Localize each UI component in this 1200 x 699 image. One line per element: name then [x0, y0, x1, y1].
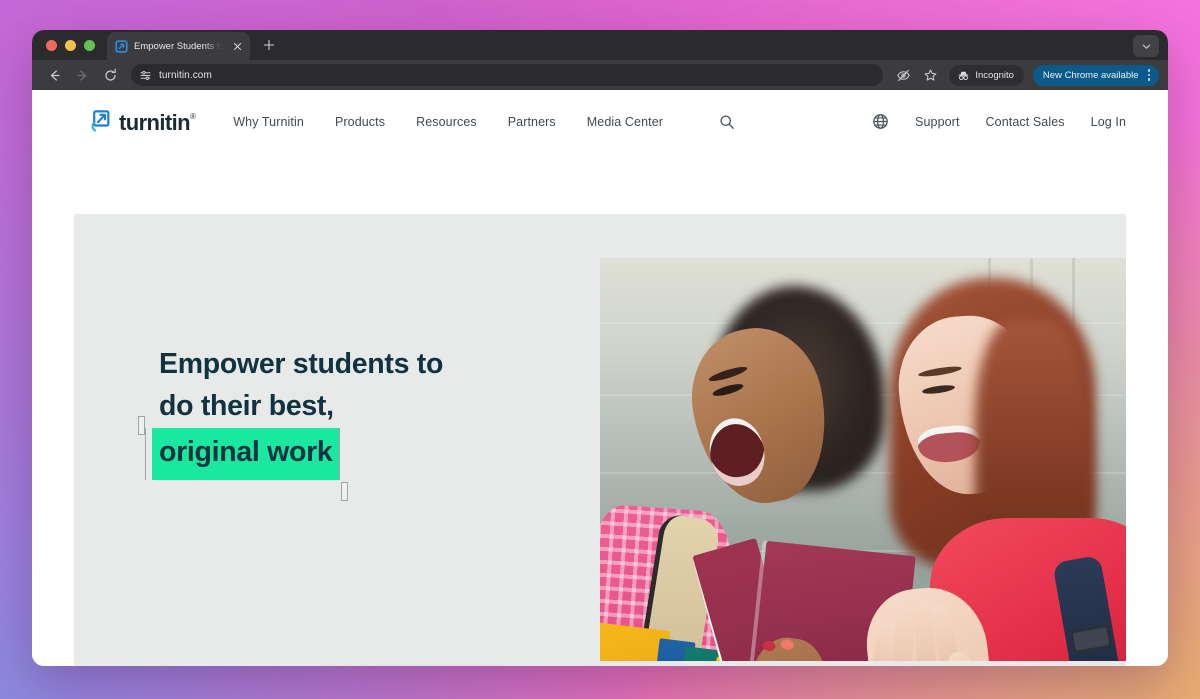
- chevron-down-icon[interactable]: [1133, 35, 1159, 57]
- hero-image: [600, 258, 1126, 666]
- url-text[interactable]: turnitin.com: [159, 70, 212, 81]
- minimize-window-button[interactable]: [65, 40, 76, 51]
- turnitin-arrow-logo: [90, 109, 112, 134]
- update-label: New Chrome available: [1042, 69, 1139, 81]
- address-bar[interactable]: turnitin.com: [131, 64, 884, 86]
- close-window-button[interactable]: [46, 40, 57, 51]
- nav-item-products[interactable]: Products: [335, 115, 385, 129]
- maximize-window-button[interactable]: [84, 40, 95, 51]
- nav-item-partners[interactable]: Partners: [508, 115, 556, 129]
- headline-highlight[interactable]: original work: [138, 415, 349, 501]
- browser-toolbar: turnitin.com Incognito New Chrome availa…: [32, 60, 1168, 90]
- nav-item-log-in[interactable]: Log In: [1091, 115, 1126, 129]
- globe-icon[interactable]: [871, 113, 889, 131]
- incognito-label: Incognito: [975, 69, 1014, 81]
- logo-wordmark: turnitin®: [119, 109, 196, 135]
- nav-item-contact-sales[interactable]: Contact Sales: [986, 115, 1065, 129]
- search-icon[interactable]: [718, 113, 736, 131]
- new-chrome-available-button[interactable]: New Chrome available: [1032, 64, 1159, 86]
- nav-item-resources[interactable]: Resources: [416, 115, 477, 129]
- page-viewport: turnitin® Why Turnitin Products Resource…: [32, 90, 1168, 666]
- nav-item-media-center[interactable]: Media Center: [587, 115, 663, 129]
- reload-icon[interactable]: [97, 62, 123, 88]
- selection-handle-end[interactable]: [341, 481, 349, 501]
- eye-slash-icon[interactable]: [891, 63, 915, 87]
- utility-nav: Support Contact Sales Log In: [871, 113, 1126, 131]
- nav-item-why-turnitin[interactable]: Why Turnitin: [233, 115, 304, 129]
- headline-line-2: do their best,: [159, 390, 334, 423]
- hero-section: Empower students to do their best, origi…: [74, 214, 1126, 666]
- page-title: Empower students to do their best, origi…: [138, 344, 600, 501]
- back-arrow-icon[interactable]: [41, 62, 67, 88]
- close-icon[interactable]: [230, 39, 244, 53]
- photo-bottom-edge: [600, 661, 1126, 666]
- selection-bar-right: [339, 427, 341, 480]
- incognito-badge[interactable]: Incognito: [949, 64, 1024, 86]
- browser-window: Empower Students to Do The: [32, 30, 1168, 666]
- trademark-symbol: ®: [189, 112, 196, 122]
- forward-arrow-icon[interactable]: [69, 62, 95, 88]
- tune-sliders-icon[interactable]: [138, 68, 152, 82]
- site-navigation: turnitin® Why Turnitin Products Resource…: [32, 90, 1168, 153]
- nav-item-support[interactable]: Support: [915, 115, 959, 129]
- tab-strip: Empower Students to Do The: [32, 30, 1168, 60]
- primary-nav-links: Why Turnitin Products Resources Partners…: [233, 113, 736, 131]
- turnitin-logo[interactable]: turnitin®: [90, 109, 196, 135]
- selection-handle-start[interactable]: [138, 415, 145, 435]
- selection-bar-left: [145, 427, 147, 480]
- hero-text-column: Empower students to do their best, origi…: [74, 214, 600, 666]
- window-traffic-lights: [32, 40, 107, 60]
- tab-title: Empower Students to Do The: [134, 40, 224, 52]
- headline-line-1: Empower students to: [159, 348, 444, 381]
- toolbar-right-actions: Incognito New Chrome available: [891, 63, 1159, 87]
- new-tab-icon[interactable]: [257, 33, 281, 57]
- kebab-menu-icon[interactable]: [1145, 69, 1154, 81]
- headline-highlight-text: original work: [159, 435, 333, 468]
- turnitin-favicon: [115, 39, 128, 53]
- incognito-hat-icon: [957, 69, 970, 82]
- star-icon[interactable]: [918, 63, 942, 87]
- browser-tab[interactable]: Empower Students to Do The: [107, 32, 250, 60]
